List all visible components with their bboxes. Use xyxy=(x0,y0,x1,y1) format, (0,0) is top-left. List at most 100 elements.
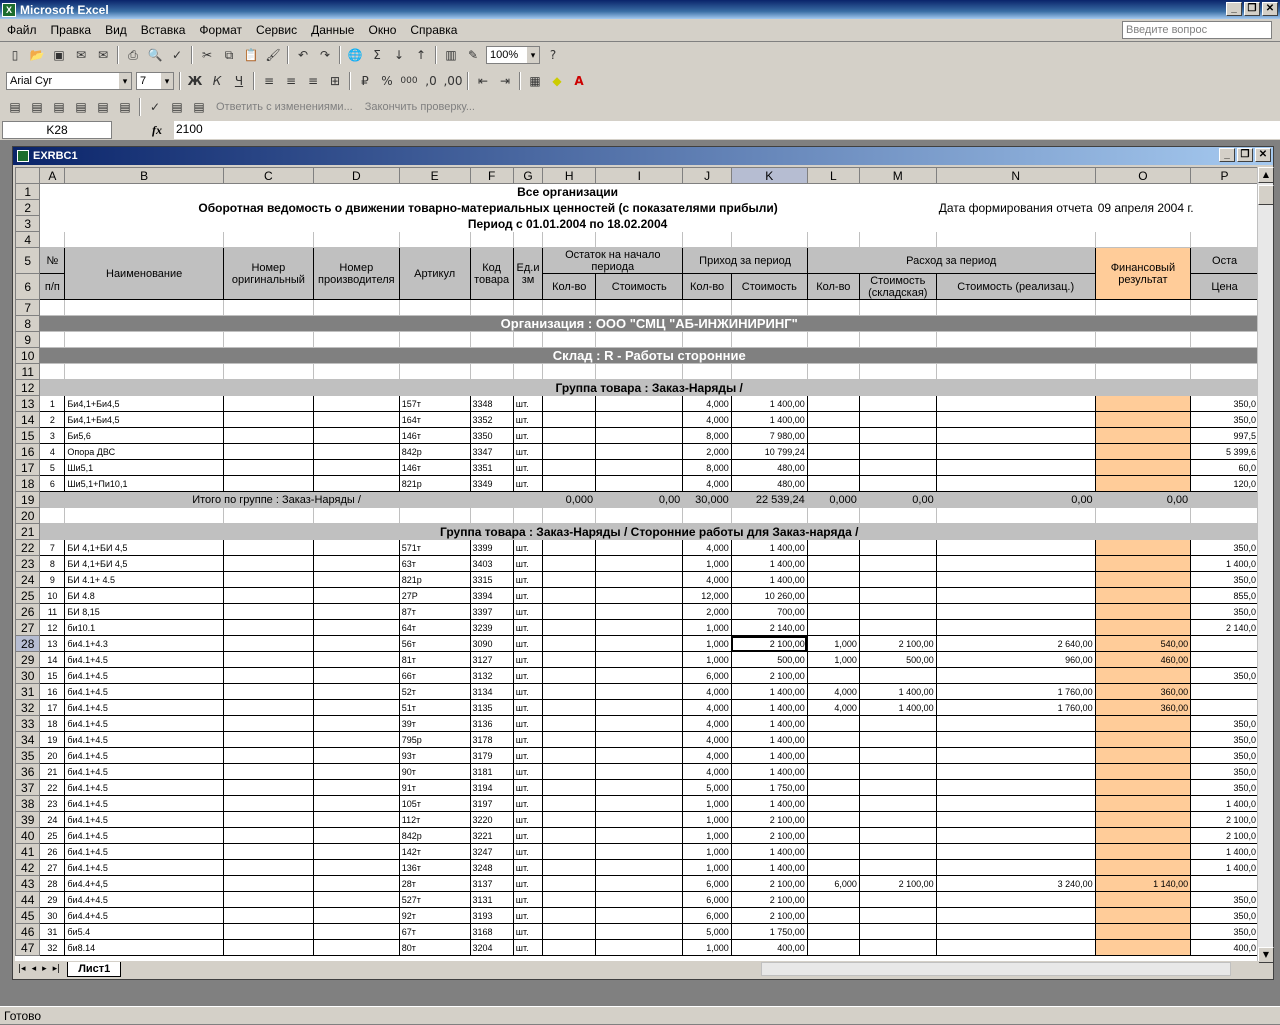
cell[interactable]: 350,0 xyxy=(1190,667,1259,684)
col-header-H[interactable]: H xyxy=(542,167,597,184)
cell[interactable]: шт. xyxy=(512,411,544,428)
row-header[interactable]: 14 xyxy=(15,411,41,428)
cell[interactable] xyxy=(858,779,937,796)
cell[interactable]: 1,000 xyxy=(682,827,732,844)
review-icon-6[interactable]: ▤ xyxy=(115,97,135,117)
col-header-K[interactable]: K xyxy=(730,167,808,184)
cell[interactable] xyxy=(935,427,1096,444)
cell[interactable] xyxy=(595,555,684,572)
cell[interactable]: 3349 xyxy=(469,475,514,492)
cell[interactable] xyxy=(222,651,314,668)
cell[interactable] xyxy=(858,795,937,812)
cell[interactable]: би10.1 xyxy=(64,619,224,636)
review-icon-1[interactable]: ▤ xyxy=(5,97,25,117)
cell[interactable] xyxy=(542,395,597,412)
align-center-icon[interactable]: ≡ xyxy=(281,71,301,91)
cell[interactable] xyxy=(935,779,1096,796)
cell[interactable] xyxy=(595,395,684,412)
review-icon-8[interactable]: ▤ xyxy=(189,97,209,117)
align-right-icon[interactable]: ≡ xyxy=(303,71,323,91)
cell[interactable] xyxy=(935,811,1096,828)
cell[interactable]: 4,000 xyxy=(806,683,860,700)
restore-button[interactable]: ❐ xyxy=(1244,2,1260,16)
cell[interactable] xyxy=(858,731,937,748)
reply-with-changes-button[interactable]: Ответить с изменениями... xyxy=(216,101,353,113)
cell[interactable]: би4.1+4.5 xyxy=(64,731,224,748)
cell[interactable]: 2 xyxy=(39,411,66,428)
cell[interactable]: 527т xyxy=(398,891,471,908)
name-box[interactable]: K28 xyxy=(2,121,112,139)
cell[interactable] xyxy=(222,763,314,780)
cell[interactable] xyxy=(1094,443,1192,460)
cell[interactable] xyxy=(858,443,937,460)
cell[interactable]: би4.1+4.5 xyxy=(64,651,224,668)
cell[interactable]: шт. xyxy=(512,795,544,812)
cell[interactable] xyxy=(858,667,937,684)
formula-input[interactable]: 2100 xyxy=(174,121,1280,139)
cell[interactable] xyxy=(1094,715,1192,732)
row-header[interactable]: 33 xyxy=(15,715,41,732)
next-sheet-icon[interactable]: ▸ xyxy=(39,964,50,974)
col-header-N[interactable]: N xyxy=(935,167,1096,184)
cell[interactable] xyxy=(858,475,937,492)
cell[interactable] xyxy=(935,731,1096,748)
close-button[interactable]: ✕ xyxy=(1262,2,1278,16)
cell[interactable]: шт. xyxy=(512,875,544,892)
ask-question-box[interactable]: Введите вопрос xyxy=(1122,21,1272,39)
cell[interactable]: 120,0 xyxy=(1190,475,1259,492)
increase-decimal-icon[interactable]: ,0 xyxy=(421,71,441,91)
cut-icon[interactable]: ✂ xyxy=(197,45,217,65)
cell[interactable] xyxy=(542,443,597,460)
cell[interactable]: 3135 xyxy=(469,699,514,716)
row-header[interactable]: 29 xyxy=(15,651,41,668)
cell[interactable]: 20 xyxy=(39,747,66,764)
cell[interactable]: 27Р xyxy=(398,587,471,604)
cell[interactable] xyxy=(1094,459,1192,476)
row-header[interactable]: 36 xyxy=(15,763,41,780)
cell[interactable]: 3348 xyxy=(469,395,514,412)
review-icon-2[interactable]: ▤ xyxy=(27,97,47,117)
cell[interactable]: 25 xyxy=(39,827,66,844)
cell[interactable]: шт. xyxy=(512,459,544,476)
cell[interactable] xyxy=(595,571,684,588)
cell[interactable] xyxy=(935,827,1096,844)
cell[interactable] xyxy=(1094,667,1192,684)
cell[interactable] xyxy=(542,939,597,956)
row-header[interactable]: 28 xyxy=(15,635,41,652)
cell[interactable] xyxy=(858,859,937,876)
cell[interactable]: 16 xyxy=(39,683,66,700)
menu-item-7[interactable]: Окно xyxy=(361,23,403,37)
cell[interactable]: 350,0 xyxy=(1190,603,1259,620)
cell[interactable]: 2 100,00 xyxy=(858,635,937,652)
cell[interactable]: 1 400,00 xyxy=(730,699,808,716)
cell[interactable] xyxy=(595,715,684,732)
col-header-D[interactable]: D xyxy=(312,167,400,184)
cell[interactable] xyxy=(312,763,400,780)
cell[interactable]: шт. xyxy=(512,939,544,956)
select-all-corner[interactable] xyxy=(15,167,41,184)
cell[interactable] xyxy=(312,459,400,476)
cell[interactable] xyxy=(935,587,1096,604)
row-header[interactable]: 23 xyxy=(15,555,41,572)
cell[interactable]: 2 100,00 xyxy=(730,907,808,924)
cell[interactable] xyxy=(595,427,684,444)
sort-desc-icon[interactable]: ↑ xyxy=(411,45,431,65)
cell[interactable] xyxy=(595,731,684,748)
cell[interactable] xyxy=(806,939,860,956)
cell[interactable]: 855,0 xyxy=(1190,587,1259,604)
currency-icon[interactable]: ₽ xyxy=(355,71,375,91)
cell[interactable] xyxy=(312,827,400,844)
thousands-icon[interactable]: 000 xyxy=(399,71,419,91)
cell[interactable]: шт. xyxy=(512,715,544,732)
cell[interactable]: шт. xyxy=(512,731,544,748)
cell[interactable]: 1 400,00 xyxy=(730,571,808,588)
cell[interactable] xyxy=(595,443,684,460)
cell[interactable]: БИ 4,1+БИ 4,5 xyxy=(64,539,224,556)
cell[interactable]: 1 xyxy=(39,395,66,412)
cell[interactable] xyxy=(222,699,314,716)
cell[interactable] xyxy=(595,939,684,956)
cell[interactable] xyxy=(1094,475,1192,492)
cell[interactable]: 1 750,00 xyxy=(730,779,808,796)
cell[interactable]: 1 400,00 xyxy=(730,715,808,732)
cell[interactable] xyxy=(858,411,937,428)
